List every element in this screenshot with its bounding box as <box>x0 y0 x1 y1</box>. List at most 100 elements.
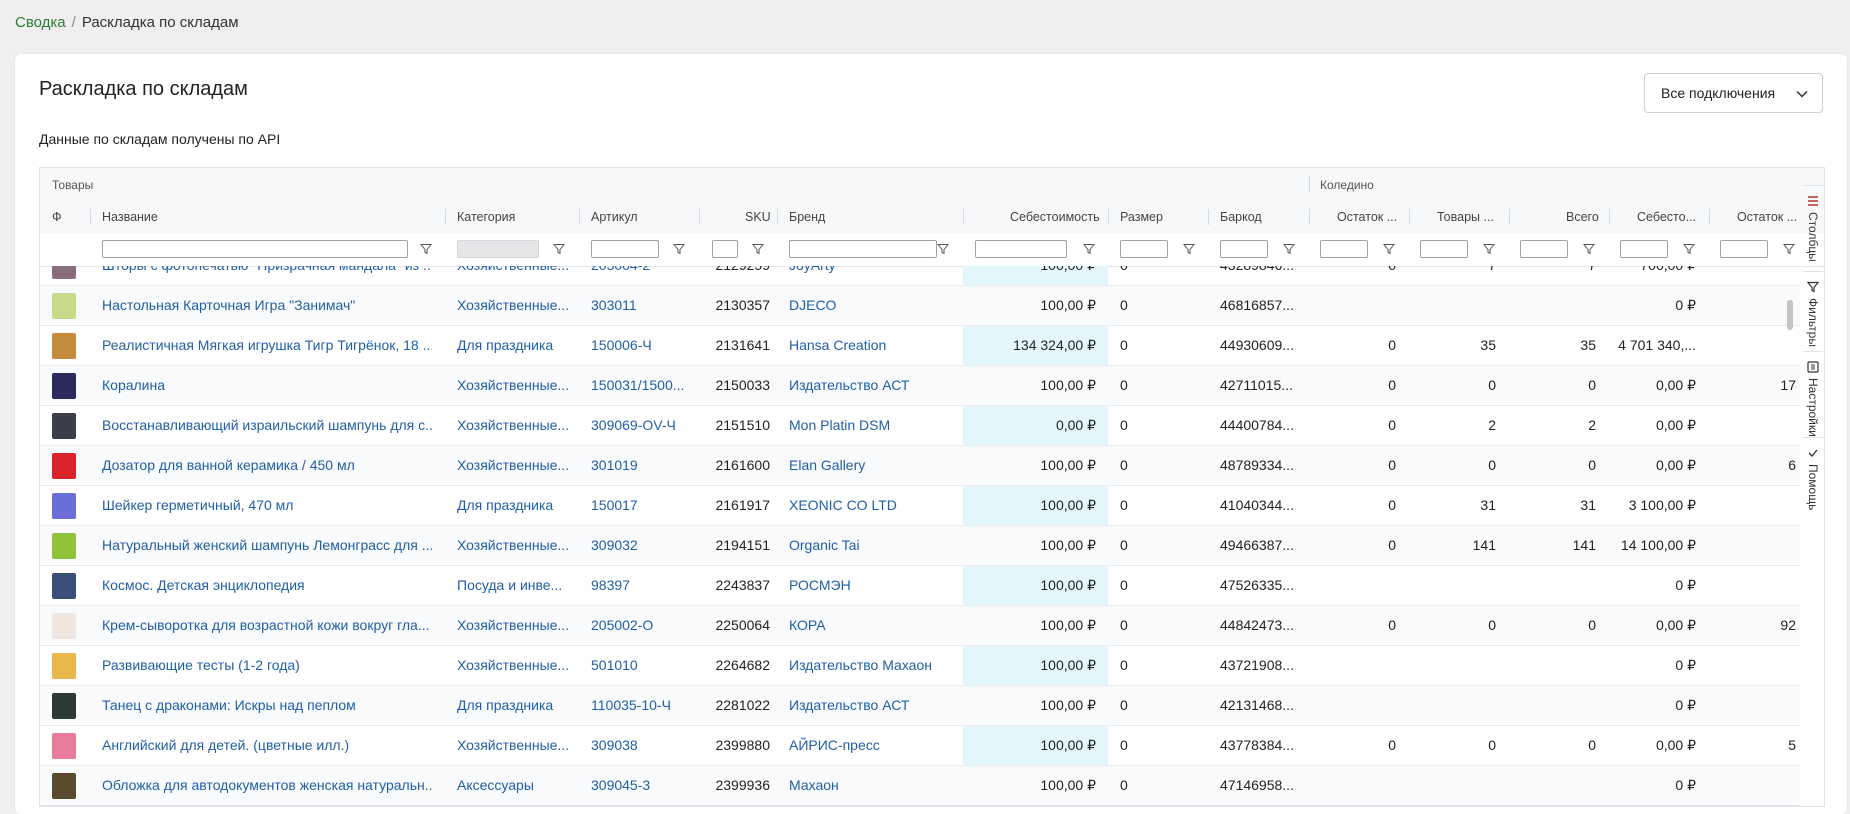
cell-brand[interactable]: Mon Platin DSM <box>789 406 959 445</box>
product-thumbnail[interactable] <box>52 373 76 399</box>
product-thumbnail[interactable] <box>52 533 76 559</box>
col-brand[interactable]: Бренд <box>789 210 825 224</box>
filter-icon[interactable] <box>752 243 764 255</box>
cell-category[interactable]: Хозяйственные... <box>457 266 572 285</box>
product-thumbnail[interactable] <box>52 773 76 799</box>
col-cost[interactable]: Себестоимость <box>1010 210 1100 224</box>
col-barcode[interactable]: Баркод <box>1220 210 1262 224</box>
name-filter-input[interactable] <box>102 240 408 258</box>
side-tab-settings[interactable]: Настройки <box>1803 351 1823 438</box>
filter-icon[interactable] <box>1483 243 1495 255</box>
cell-name[interactable]: Развивающие тесты (1-2 года) <box>102 646 432 685</box>
cost2-filter-input[interactable] <box>1620 240 1668 258</box>
cell-brand[interactable]: Издательство АСТ <box>789 686 959 725</box>
cell-name[interactable]: Натуральный женский шампунь Лемонграсс д… <box>102 526 432 565</box>
col-goods[interactable]: Товары ... <box>1437 210 1494 224</box>
cell-brand[interactable]: Издательство АСТ <box>789 366 959 405</box>
cell-brand[interactable]: КОРА <box>789 606 959 645</box>
table-row[interactable]: Настольная Карточная Игра "Занимач" Хозяй… <box>40 286 1800 326</box>
filter-icon[interactable] <box>553 243 565 255</box>
table-row[interactable]: Натуральный женский шампунь Лемонграсс д… <box>40 526 1800 566</box>
filter-icon[interactable] <box>1183 243 1195 255</box>
table-row[interactable]: Крем-сыворотка для возрастной кожи вокру… <box>40 606 1800 646</box>
cell-name[interactable]: Шторы с фотопечатью "Призрачная мандала"… <box>102 266 432 285</box>
product-thumbnail[interactable] <box>52 453 76 479</box>
size-filter-input[interactable] <box>1120 240 1168 258</box>
col-stock[interactable]: Остаток ... <box>1337 210 1397 224</box>
table-row[interactable]: Танец с драконами: Искры над пеплом Для п… <box>40 686 1800 726</box>
product-thumbnail[interactable] <box>52 613 76 639</box>
filter-icon[interactable] <box>1783 243 1795 255</box>
article-filter-input[interactable] <box>591 240 659 258</box>
cell-article[interactable]: 110035-10-Ч <box>591 686 693 725</box>
cell-category[interactable]: Для праздника <box>457 326 572 365</box>
cell-brand[interactable]: Organic Tai <box>789 526 959 565</box>
cell-brand[interactable]: Elan Gallery <box>789 446 959 485</box>
cell-name[interactable]: Космос. Детская энциклопедия <box>102 566 432 605</box>
product-thumbnail[interactable] <box>52 333 76 359</box>
cell-article[interactable]: 203004-2 <box>591 266 693 285</box>
side-tab-filters[interactable]: Фильтры <box>1803 271 1823 352</box>
product-thumbnail[interactable] <box>52 293 76 319</box>
table-row[interactable]: Реалистичная Мягкая игрушка Тигр Тигрёно… <box>40 326 1800 366</box>
table-row[interactable]: Английский для детей. (цветные илл.) Хозя… <box>40 726 1800 766</box>
brand-filter-input[interactable] <box>789 240 937 258</box>
cell-article[interactable]: 309069-OV-Ч <box>591 406 693 445</box>
cell-brand[interactable]: АЙРИС-пресс <box>789 726 959 765</box>
cell-article[interactable]: 303011 <box>591 286 693 325</box>
col-category[interactable]: Категория <box>457 210 515 224</box>
filter-icon[interactable] <box>1683 243 1695 255</box>
side-tab-columns[interactable]: Столбцы <box>1803 185 1823 272</box>
total-filter-input[interactable] <box>1520 240 1568 258</box>
col-stock2[interactable]: Остаток ... <box>1737 210 1797 224</box>
sku-filter-input[interactable] <box>712 240 738 258</box>
filter-icon[interactable] <box>1083 243 1095 255</box>
cell-category[interactable]: Посуда и инве... <box>457 566 572 605</box>
filter-icon[interactable] <box>1583 243 1595 255</box>
cell-brand[interactable]: DJECO <box>789 286 959 325</box>
cell-name[interactable]: Обложка для автодокументов женская натур… <box>102 766 432 805</box>
filter-icon[interactable] <box>1283 243 1295 255</box>
cell-category[interactable]: Хозяйственные... <box>457 406 572 445</box>
cell-article[interactable]: 150031/1500... <box>591 366 693 405</box>
cell-name[interactable]: Коралина <box>102 366 432 405</box>
table-row[interactable]: Космос. Детская энциклопедия Посуда и инв… <box>40 566 1800 606</box>
filter-icon[interactable] <box>937 243 949 255</box>
vertical-scrollbar[interactable] <box>1787 300 1793 330</box>
connections-dropdown[interactable]: Все подключения <box>1644 73 1823 113</box>
col-size[interactable]: Размер <box>1120 210 1163 224</box>
stock2-filter-input[interactable] <box>1720 240 1768 258</box>
cell-article[interactable]: 309032 <box>591 526 693 565</box>
table-row[interactable]: Дозатор для ванной керамика / 450 мл Хозя… <box>40 446 1800 486</box>
cell-brand[interactable]: XEONIC CO LTD <box>789 486 959 525</box>
cell-category[interactable]: Для праздника <box>457 486 572 525</box>
col-photo[interactable]: Ф <box>52 210 62 224</box>
barcode-filter-input[interactable] <box>1220 240 1268 258</box>
cell-category[interactable]: Хозяйственные... <box>457 446 572 485</box>
cell-name[interactable]: Дозатор для ванной керамика / 450 мл <box>102 446 432 485</box>
filter-icon[interactable] <box>673 243 685 255</box>
cell-name[interactable]: Крем-сыворотка для возрастной кожи вокру… <box>102 606 432 645</box>
filter-icon[interactable] <box>1383 243 1395 255</box>
side-tab-help[interactable]: Помощь <box>1803 437 1823 524</box>
cell-brand[interactable]: Издательство Махаон <box>789 646 959 685</box>
cell-name[interactable]: Реалистичная Мягкая игрушка Тигр Тигрёно… <box>102 326 432 365</box>
cell-category[interactable]: Для праздника <box>457 686 572 725</box>
cell-brand[interactable]: Hansa Creation <box>789 326 959 365</box>
cell-name[interactable]: Английский для детей. (цветные илл.) <box>102 726 432 765</box>
cell-name[interactable]: Настольная Карточная Игра "Занимач" <box>102 286 432 325</box>
table-row[interactable]: Восстанавливающий израильский шампунь дл… <box>40 406 1800 446</box>
product-thumbnail[interactable] <box>52 733 76 759</box>
breadcrumb-link-summary[interactable]: Сводка <box>15 14 66 31</box>
product-thumbnail[interactable] <box>52 653 76 679</box>
table-row[interactable]: Коралина Хозяйственные... 150031/1500... 21… <box>40 366 1800 406</box>
cell-article[interactable]: 98397 <box>591 566 693 605</box>
cell-article[interactable]: 150006-Ч <box>591 326 693 365</box>
filter-icon[interactable] <box>420 243 432 255</box>
cell-name[interactable]: Шейкер герметичный, 470 мл <box>102 486 432 525</box>
table-row[interactable]: Обложка для автодокументов женская натур… <box>40 766 1800 806</box>
col-sku[interactable]: SKU <box>745 210 771 224</box>
col-cost2[interactable]: Себесто... <box>1637 210 1696 224</box>
product-thumbnail[interactable] <box>52 493 76 519</box>
stock-filter-input[interactable] <box>1320 240 1368 258</box>
